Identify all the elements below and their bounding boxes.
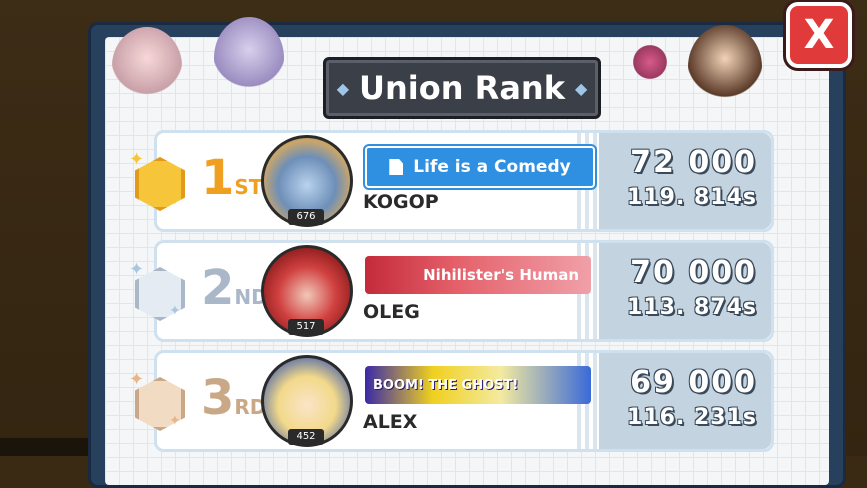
- player-name: OLEG: [363, 301, 420, 323]
- level-badge: 452: [288, 429, 324, 445]
- rank-row-3[interactable]: ✦ ✦ 3RD 452 BOOM! THE GHOST! ALEX 69 000…: [129, 350, 774, 452]
- player-name: ALEX: [363, 411, 418, 433]
- banner-label: BOOM! THE GHOST!: [373, 377, 519, 393]
- title-banner: Nihilister's Human: [365, 256, 591, 294]
- background-shadow: [0, 438, 100, 456]
- banner-label: Nihilister's Human: [423, 266, 579, 284]
- document-icon: [389, 159, 404, 175]
- time-value: 113. 874s: [627, 295, 757, 320]
- title-plate: ◆ Union Rank ◆: [323, 57, 601, 119]
- level-badge: 517: [288, 319, 324, 335]
- page-title: Union Rank: [359, 69, 565, 107]
- berry-sprite: [628, 42, 672, 82]
- chibi-sprite-1: [112, 27, 182, 105]
- score-value: 69 000: [630, 365, 757, 400]
- rank-place: 3RD: [201, 370, 267, 426]
- banner-label: Life is a Comedy: [413, 157, 571, 177]
- title-banner: Life is a Comedy: [365, 146, 595, 188]
- rank-place: 2ND: [201, 260, 268, 316]
- player-name: KOGOP: [363, 191, 439, 213]
- time-value: 119. 814s: [627, 185, 757, 210]
- score-value: 70 000: [630, 255, 757, 290]
- title-banner: BOOM! THE GHOST!: [365, 366, 591, 404]
- bronze-medal-icon: ✦ ✦: [129, 369, 189, 431]
- score-value: 72 000: [630, 145, 757, 180]
- diamond-icon: ◆: [336, 78, 350, 98]
- silver-medal-icon: ✦ ✦: [129, 259, 189, 321]
- close-icon: X: [803, 12, 835, 58]
- level-badge: 676: [288, 209, 324, 225]
- time-value: 116. 231s: [627, 405, 757, 430]
- close-button[interactable]: X: [786, 2, 852, 68]
- diamond-icon: ◆: [574, 78, 588, 98]
- gold-medal-icon: ✦ ✦: [129, 149, 189, 211]
- chibi-sprite-2: [214, 17, 284, 99]
- rank-row-1[interactable]: ✦ ✦ 1ST 676 Life is a Comedy KOGOP 72 00…: [129, 130, 774, 232]
- chibi-sprite-3: [688, 25, 762, 109]
- rank-row-2[interactable]: ✦ ✦ 2ND 517 Nihilister's Human OLEG 70 0…: [129, 240, 774, 342]
- rank-place: 1ST: [201, 150, 263, 206]
